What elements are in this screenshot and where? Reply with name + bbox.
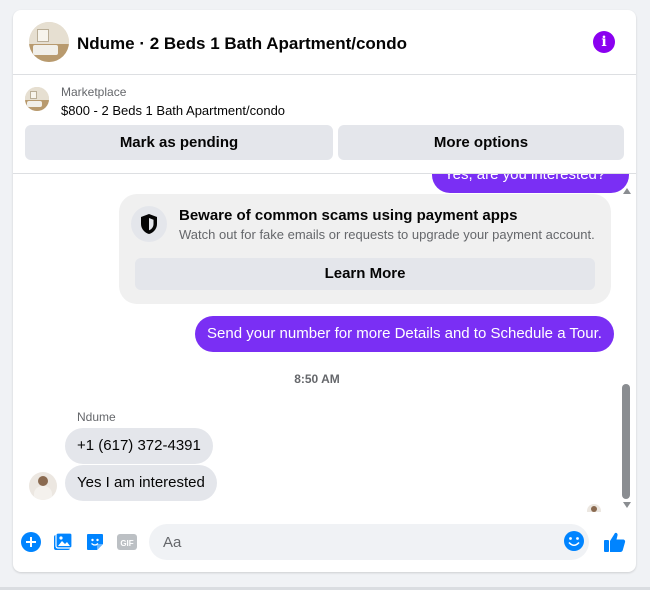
listing-thumbnail[interactable]	[25, 87, 49, 111]
scroll-up-arrow[interactable]	[623, 188, 631, 194]
chat-header: Ndume · 2 Beds 1 Bath Apartment/condo i	[13, 10, 636, 75]
shield-icon	[131, 206, 167, 242]
listing-avatar[interactable]	[29, 22, 69, 62]
gif-label: GIF	[120, 539, 133, 548]
thumbs-up-icon[interactable]	[603, 530, 627, 554]
outgoing-message[interactable]: Yes, are you interested?	[432, 174, 630, 193]
outgoing-message[interactable]: Send your number for more Details and to…	[195, 316, 614, 352]
info-icon[interactable]: i	[593, 31, 615, 53]
chat-scrollbar[interactable]	[619, 182, 633, 512]
warning-title: Beware of common scams using payment app…	[179, 207, 518, 224]
chat-window: Ndume · 2 Beds 1 Bath Apartment/condo i …	[13, 10, 636, 572]
scroll-thumb[interactable]	[622, 384, 630, 499]
message-composer: GIF	[13, 522, 636, 562]
listing-bar: Marketplace $800 - 2 Beds 1 Bath Apartme…	[13, 75, 636, 174]
read-receipt-avatar	[587, 504, 601, 512]
scroll-down-arrow[interactable]	[623, 502, 631, 508]
plus-icon[interactable]	[21, 532, 41, 552]
more-options-button[interactable]: More options	[338, 125, 624, 160]
photo-icon[interactable]	[53, 532, 73, 552]
chat-title[interactable]: Ndume · 2 Beds 1 Bath Apartment/condo	[77, 34, 407, 54]
sender-avatar[interactable]	[29, 472, 57, 500]
listing-price-title[interactable]: $800 - 2 Beds 1 Bath Apartment/condo	[61, 103, 285, 118]
incoming-message[interactable]: Yes I am interested	[65, 465, 217, 501]
message-list: Yes, are you interested? Beware of commo…	[13, 174, 636, 512]
incoming-message[interactable]: +1 (617) 372-4391	[65, 428, 213, 464]
gif-icon[interactable]: GIF	[117, 532, 137, 552]
message-input[interactable]	[149, 524, 589, 560]
mark-as-pending-button[interactable]: Mark as pending	[25, 125, 333, 160]
scam-warning-card: Beware of common scams using payment app…	[119, 194, 611, 304]
marketplace-label: Marketplace	[61, 85, 127, 99]
learn-more-button[interactable]: Learn More	[135, 258, 595, 290]
warning-subtitle: Watch out for fake emails or requests to…	[179, 227, 595, 242]
sticker-icon[interactable]	[85, 532, 105, 552]
sender-name: Ndume	[77, 410, 116, 424]
message-timestamp: 8:50 AM	[294, 372, 340, 386]
emoji-icon[interactable]	[563, 530, 585, 552]
